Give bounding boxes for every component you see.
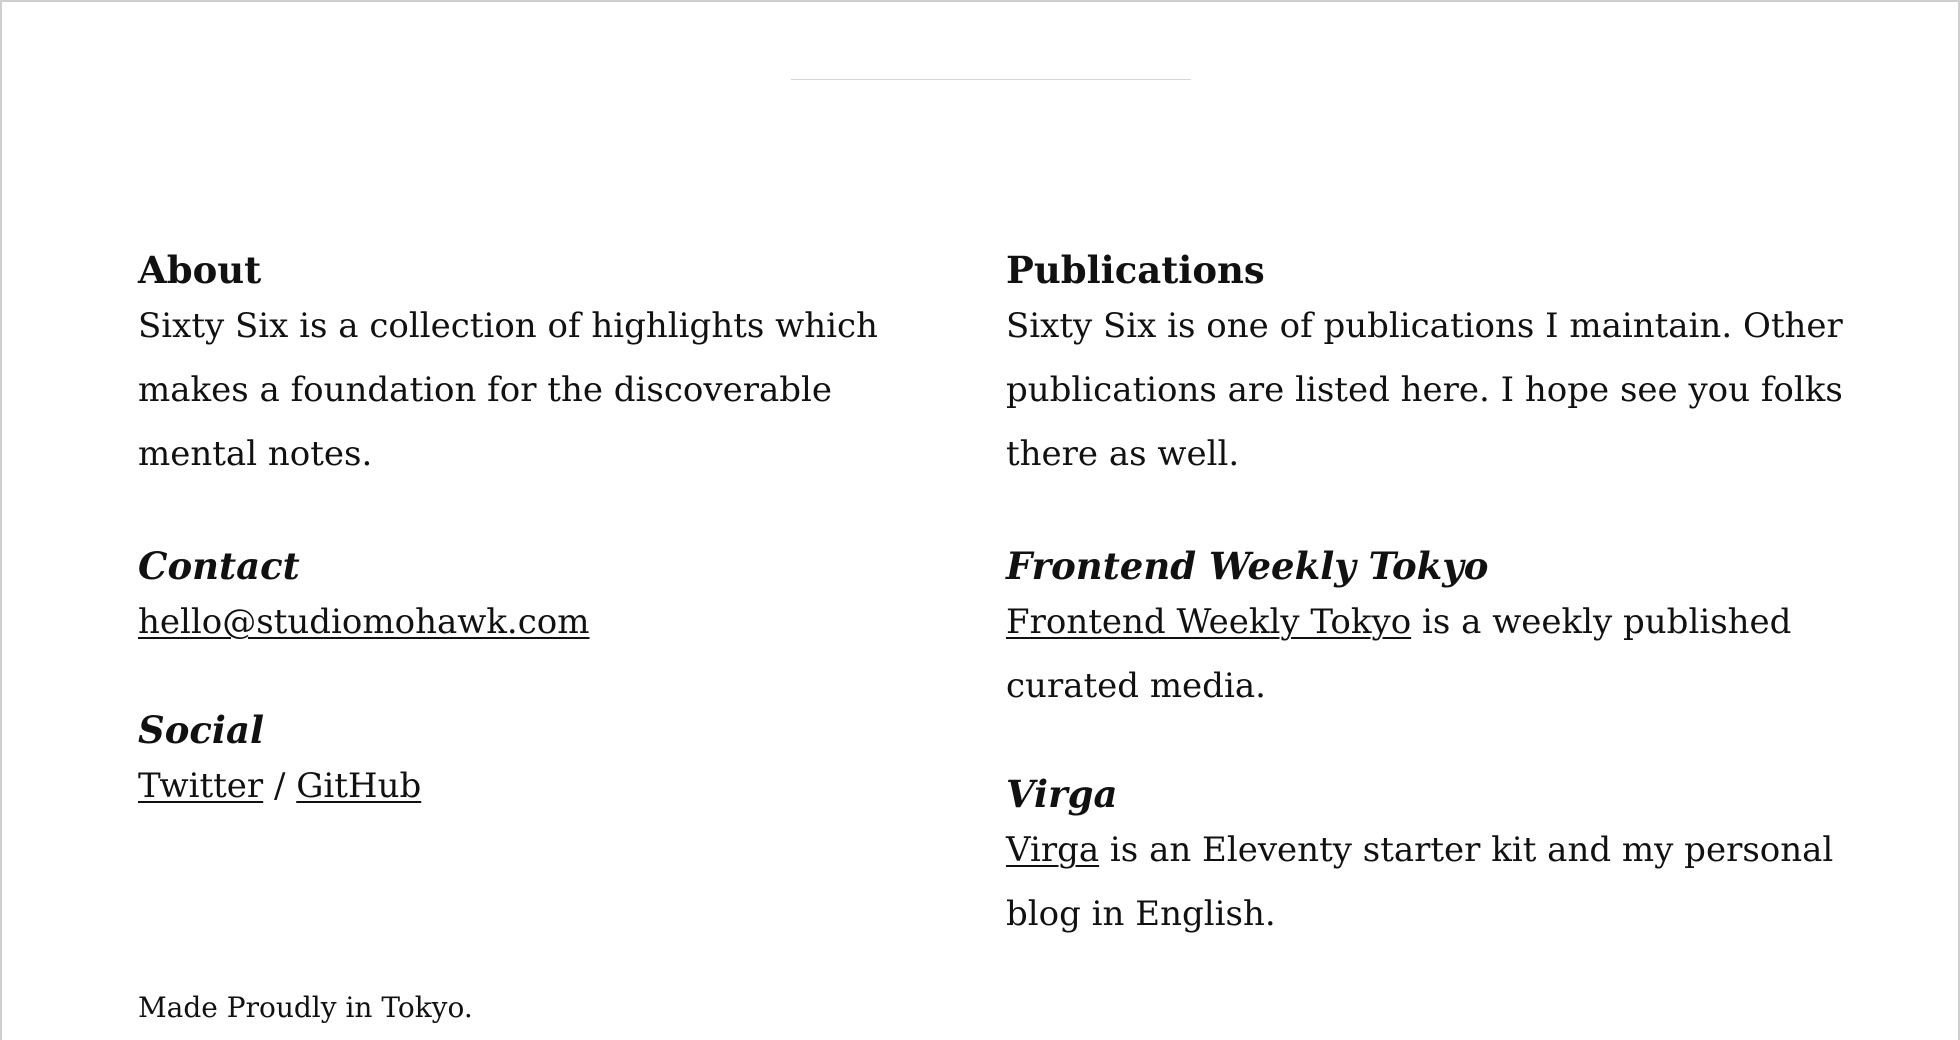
publication-desc-frontend-weekly-tokyo: Frontend Weekly Tokyo is a weekly publis… (1006, 590, 1846, 718)
twitter-link[interactable]: Twitter (138, 766, 263, 806)
social-links: Twitter / GitHub (138, 754, 938, 818)
about-text: Sixty Six is a collection of highlights … (138, 306, 878, 474)
publication-desc-text: is an Eleventy starter kit and my person… (1006, 830, 1834, 934)
contact-heading: Contact (138, 544, 300, 588)
page-frame: About Sixty Six is a collection of highl… (0, 0, 1960, 1040)
publication-desc-virga: Virga is an Eleventy starter kit and my … (1006, 818, 1846, 946)
publications-text: Sixty Six is one of publications I maint… (1006, 306, 1843, 474)
publication-title-virga: Virga (1006, 772, 1118, 816)
publications-heading: Publications (1006, 248, 1265, 292)
footer-note: Made Proudly in Tokyo. (138, 991, 473, 1024)
frontend-weekly-tokyo-link[interactable]: Frontend Weekly Tokyo (1006, 602, 1411, 642)
contact-line: hello@studiomohawk.com (138, 590, 938, 654)
about-heading: About (138, 248, 262, 292)
social-heading: Social (138, 708, 265, 752)
top-divider (791, 79, 1191, 80)
virga-link[interactable]: Virga (1006, 830, 1099, 870)
publication-title-frontend-weekly-tokyo: Frontend Weekly Tokyo (1006, 544, 1489, 588)
left-column: About Sixty Six is a collection of highl… (138, 246, 938, 818)
github-link[interactable]: GitHub (296, 766, 421, 806)
right-column: Publications Sixty Six is one of publica… (1006, 246, 1846, 946)
social-separator: / (263, 766, 297, 806)
email-link[interactable]: hello@studiomohawk.com (138, 602, 590, 642)
